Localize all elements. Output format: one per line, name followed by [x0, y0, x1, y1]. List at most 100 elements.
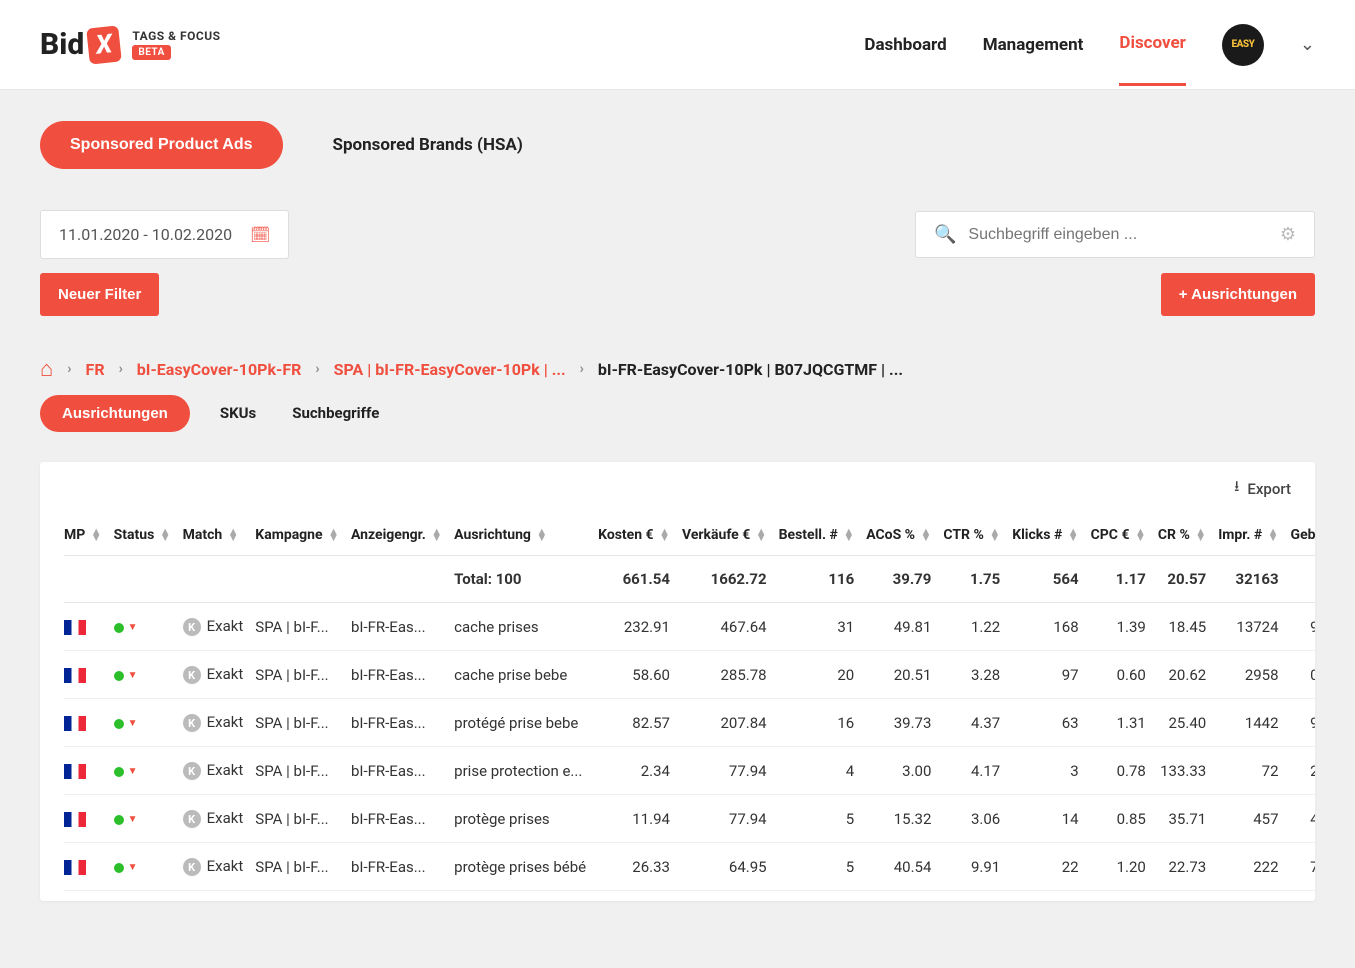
search-input[interactable] [968, 226, 1267, 244]
col-match[interactable]: Match ▲▼ [177, 515, 250, 556]
col-mp[interactable]: MP ▲▼ [64, 515, 108, 556]
cell-kampagne: SPA | bI-F... [249, 603, 345, 651]
col-status[interactable]: Status ▲▼ [108, 515, 177, 556]
table-row[interactable]: ▼KExaktSPA | bI-F...bI-FR-Eas...cache pr… [64, 603, 1315, 651]
cell-klicks: 63 [1006, 699, 1084, 747]
cell-klicks: 22 [1006, 843, 1084, 891]
ad-type-tabs: Sponsored Product Ads Sponsored Brands (… [40, 120, 1315, 170]
logo[interactable]: Bid X [40, 27, 120, 63]
nav-discover[interactable]: Discover [1119, 33, 1186, 86]
chevron-right-icon: › [580, 361, 584, 377]
cell-anzeigengr: bI-FR-Eas... [345, 699, 448, 747]
beta-badge: BETA [132, 45, 171, 60]
col-cr[interactable]: CR % ▲▼ [1152, 515, 1212, 556]
subtab-searchterms[interactable]: Suchbegriffe [286, 394, 385, 432]
cell-kosten: 26.33 [592, 843, 676, 891]
sort-icon: ▲▼ [1195, 529, 1206, 541]
col-gebot[interactable]: Gebot # ▲▼ [1285, 515, 1315, 556]
table-row[interactable]: ▼KExaktSPA | bI-F...bI-FR-Eas...protège … [64, 795, 1315, 843]
gear-icon[interactable]: ⚙ [1280, 224, 1296, 245]
sort-icon: ▲▼ [843, 529, 854, 541]
cell-acos: 40.54 [860, 843, 937, 891]
cell-kampagne: SPA | bI-F... [249, 795, 345, 843]
cell-ctr: 1.22 [937, 603, 1006, 651]
col-acos[interactable]: ACoS % ▲▼ [860, 515, 937, 556]
subtab-targetings[interactable]: Ausrichtungen [40, 395, 190, 432]
col-impr[interactable]: Impr. # ▲▼ [1212, 515, 1284, 556]
flag-fr-icon [64, 860, 86, 875]
export-button[interactable]: ⭳ Export [40, 462, 1315, 515]
col-ausrichtung[interactable]: Ausrichtung ▲▼ [448, 515, 592, 556]
date-range-text: 11.01.2020 - 10.02.2020 [59, 225, 232, 244]
export-label: Export [1247, 480, 1291, 498]
sort-icon: ▲▼ [1068, 529, 1079, 541]
table-row[interactable]: ▼KExaktSPA | bI-F...bI-FR-Eas...protégé … [64, 699, 1315, 747]
breadcrumb-portfolio[interactable]: bI-EasyCover-10Pk-FR [137, 360, 302, 379]
status-active-icon [114, 623, 124, 633]
sort-icon: ▲▼ [431, 529, 442, 541]
breadcrumb-campaign[interactable]: SPA | bI-FR-EasyCover-10Pk | ... [334, 360, 566, 379]
status-caret-icon[interactable]: ▼ [128, 718, 138, 729]
cell-klicks: 3 [1006, 747, 1084, 795]
profile-avatar[interactable]: EASY [1222, 24, 1264, 66]
tab-sponsored-products[interactable]: Sponsored Product Ads [40, 121, 283, 169]
cell-cr: 25.40 [1152, 699, 1212, 747]
status-caret-icon[interactable]: ▼ [128, 862, 138, 873]
table-row[interactable]: ▼KExaktSPA | bI-F...bI-FR-Eas...prise pr… [64, 747, 1315, 795]
home-icon[interactable]: ⌂ [40, 356, 53, 382]
status-active-icon [114, 863, 124, 873]
data-table: MP ▲▼Status ▲▼Match ▲▼Kampagne ▲▼Anzeige… [64, 515, 1315, 891]
status-active-icon [114, 815, 124, 825]
match-badge-icon: K [183, 858, 201, 876]
tab-sponsored-brands[interactable]: Sponsored Brands (HSA) [313, 120, 543, 170]
sort-icon: ▲▼ [91, 529, 102, 541]
status-caret-icon[interactable]: ▼ [128, 766, 138, 777]
cell-verkaufe: 467.64 [676, 603, 773, 651]
col-anzeigengr[interactable]: Anzeigengr. ▲▼ [345, 515, 448, 556]
cell-gebot: 2.69✎ [1285, 747, 1315, 795]
status-caret-icon[interactable]: ▼ [128, 622, 138, 633]
cell-kampagne: SPA | bI-F... [249, 747, 345, 795]
search-box[interactable]: 🔍 ⚙ [915, 211, 1315, 258]
breadcrumb-marketplace[interactable]: FR [86, 360, 105, 379]
table-row[interactable]: ▼KExaktSPA | bI-F...bI-FR-Eas...protège … [64, 843, 1315, 891]
match-text: Exakt [207, 665, 244, 683]
status-caret-icon[interactable]: ▼ [128, 670, 138, 681]
col-verkaufe[interactable]: Verkäufe € ▲▼ [676, 515, 773, 556]
profile-chevron-icon[interactable]: ⌄ [1300, 34, 1315, 55]
total-kosten: 661.54 [592, 556, 676, 603]
cell-anzeigengr: bI-FR-Eas... [345, 795, 448, 843]
col-kosten[interactable]: Kosten € ▲▼ [592, 515, 676, 556]
col-kampagne[interactable]: Kampagne ▲▼ [249, 515, 345, 556]
cell-verkaufe: 64.95 [676, 843, 773, 891]
new-filter-button[interactable]: Neuer Filter [40, 273, 159, 316]
col-cpc[interactable]: CPC € ▲▼ [1085, 515, 1152, 556]
cell-bestell: 16 [773, 699, 861, 747]
subtab-skus[interactable]: SKUs [214, 394, 262, 432]
cell-verkaufe: 77.94 [676, 747, 773, 795]
nav-dashboard[interactable]: Dashboard [864, 35, 946, 85]
sort-icon: ▲▼ [160, 529, 171, 541]
date-range-picker[interactable]: 11.01.2020 - 10.02.2020 🗓 [40, 210, 289, 259]
total-label: Total: 100 [448, 556, 592, 603]
match-badge-icon: K [183, 666, 201, 684]
col-bestell[interactable]: Bestell. # ▲▼ [773, 515, 861, 556]
cell-cr: 35.71 [1152, 795, 1212, 843]
chevron-right-icon: › [67, 361, 71, 377]
status-active-icon [114, 719, 124, 729]
cell-klicks: 14 [1006, 795, 1084, 843]
col-klicks[interactable]: Klicks # ▲▼ [1006, 515, 1084, 556]
table-row[interactable]: ▼KExaktSPA | bI-F...bI-FR-Eas...cache pr… [64, 651, 1315, 699]
add-targetings-button[interactable]: + Ausrichtungen [1161, 273, 1315, 316]
cell-bestell: 5 [773, 843, 861, 891]
status-caret-icon[interactable]: ▼ [128, 814, 138, 825]
match-text: Exakt [207, 809, 244, 827]
cell-bestell: 20 [773, 651, 861, 699]
cell-cpc: 0.60 [1085, 651, 1152, 699]
cell-ausrichtung: cache prises [448, 603, 592, 651]
sort-icon: ▲▼ [1268, 529, 1279, 541]
cell-cpc: 0.85 [1085, 795, 1152, 843]
nav-management[interactable]: Management [983, 35, 1084, 85]
col-ctr[interactable]: CTR % ▲▼ [937, 515, 1006, 556]
cell-cr: 18.45 [1152, 603, 1212, 651]
